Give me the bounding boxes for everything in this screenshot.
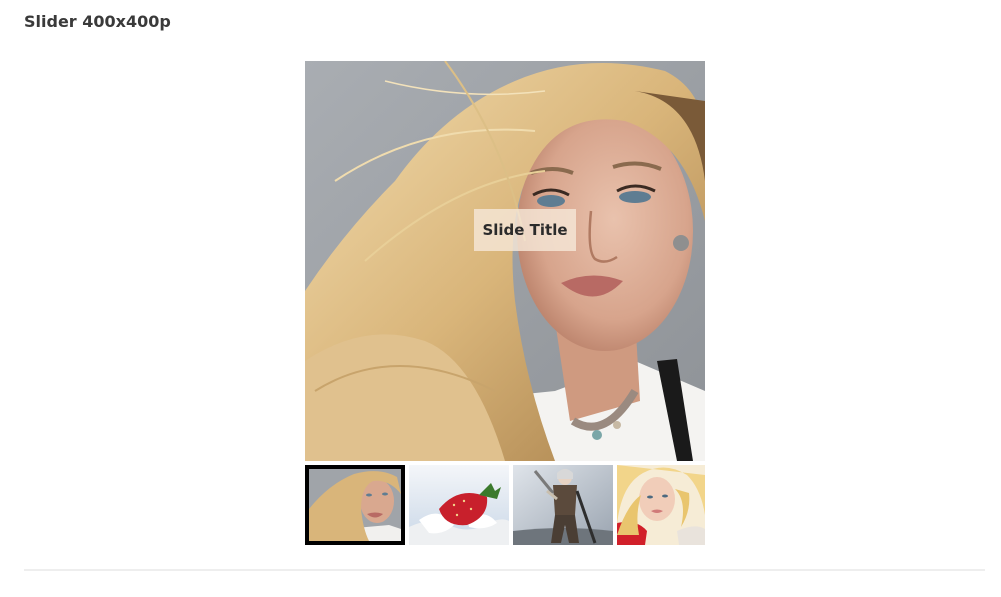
main-slide-image[interactable]: Slide Title bbox=[305, 61, 705, 461]
thumbnail-warrior[interactable] bbox=[513, 465, 613, 545]
thumbnail-warrior-image bbox=[513, 465, 613, 545]
image-slider[interactable]: Slide Title bbox=[305, 61, 705, 545]
thumbnail-strawberry[interactable] bbox=[409, 465, 509, 545]
page-heading: Slider 400x400p bbox=[24, 12, 171, 31]
thumbnail-strip bbox=[305, 465, 705, 545]
portrait-image bbox=[305, 61, 705, 461]
thumbnail-portrait[interactable] bbox=[305, 465, 405, 545]
thumbnail-portrait-image bbox=[309, 469, 401, 541]
thumbnail-strawberry-image bbox=[409, 465, 509, 545]
slide-title: Slide Title bbox=[474, 209, 576, 251]
thumbnail-blonde[interactable] bbox=[617, 465, 705, 545]
section-divider bbox=[24, 569, 985, 571]
thumbnail-blonde-image bbox=[617, 465, 705, 545]
